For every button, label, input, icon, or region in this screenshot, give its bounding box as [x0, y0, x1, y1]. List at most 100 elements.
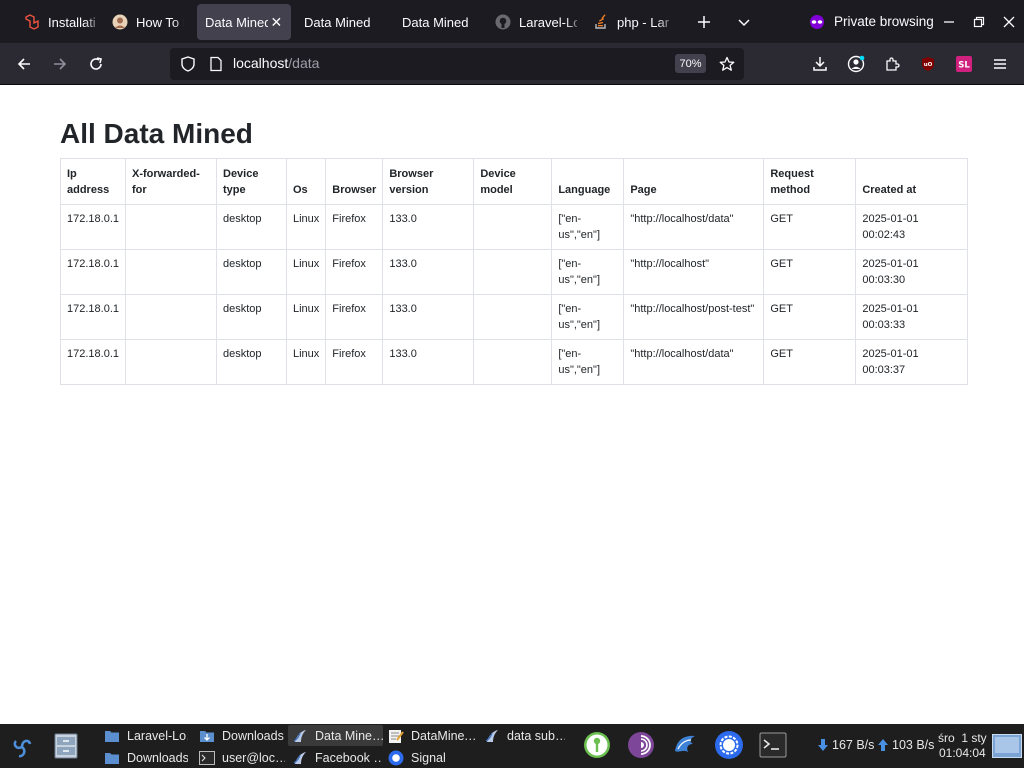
table-cell: GET: [763, 249, 857, 295]
folder-icon: [104, 728, 120, 744]
upload-arrow-icon: [878, 739, 888, 751]
table-cell: Firefox: [325, 339, 384, 385]
table-cell: Linux: [285, 249, 327, 295]
upload-speed: 103 B/s: [877, 738, 934, 752]
zoom-level-badge[interactable]: 70%: [675, 54, 706, 73]
taskbar-task[interactable]: Downloads: [100, 747, 188, 768]
downloads-folder-icon: [199, 728, 215, 744]
folder-icon: [104, 750, 120, 766]
application-menu-button[interactable]: [7, 732, 37, 765]
column-header: Page: [623, 158, 765, 205]
app-menu-button[interactable]: [985, 49, 1015, 79]
new-tab-button[interactable]: [689, 7, 719, 37]
downloads-button[interactable]: [805, 49, 835, 79]
table-cell: "http://localhost/data": [623, 339, 765, 385]
taskbar-task-label: Laravel-Lo…: [127, 728, 188, 743]
dragon-icon: [675, 735, 695, 752]
table-cell: Linux: [285, 204, 327, 250]
tab-data-mined-2[interactable]: Data Mined: [291, 4, 389, 40]
table-cell: GET: [763, 339, 857, 385]
sl-extension-icon: SL: [956, 56, 972, 72]
taskbar-task[interactable]: data sub…: [480, 725, 565, 746]
key-icon: [584, 732, 610, 758]
tab-installation[interactable]: Installation: [16, 4, 104, 40]
text-editor-icon: [388, 728, 404, 744]
taskbar-task-label: Downloads: [222, 728, 284, 743]
puzzle-icon: [886, 57, 900, 71]
close-icon: [1003, 16, 1015, 28]
table-cell: 172.18.0.1: [60, 294, 126, 340]
column-header: Request method: [763, 158, 857, 205]
table-cell: [125, 294, 217, 340]
extension-sl-button[interactable]: SL: [949, 49, 979, 79]
data-table: Ip address X-forwarded-for Device type Os Br…: [60, 158, 969, 385]
restore-button[interactable]: [969, 12, 989, 32]
file-cabinet-icon: [54, 733, 78, 759]
clock-date: śro 1 sty: [938, 731, 987, 745]
forward-arrow-icon: [54, 58, 67, 70]
page-icon[interactable]: [208, 56, 224, 77]
extensions-button[interactable]: [877, 49, 907, 79]
column-header: Language: [551, 158, 625, 205]
bookmark-star-icon[interactable]: [719, 56, 735, 77]
file-manager-launcher[interactable]: [52, 732, 80, 763]
close-tab-icon[interactable]: ✕: [270, 15, 283, 29]
tab-how-to[interactable]: How To In: [104, 4, 192, 40]
stackoverflow-icon: [593, 14, 609, 30]
url-text[interactable]: localhost/data: [233, 55, 319, 71]
taskbar-task-label: Facebook …: [315, 750, 383, 765]
forward-button[interactable]: [45, 49, 75, 79]
ublock-origin-button[interactable]: uO: [913, 49, 943, 79]
reload-button[interactable]: [81, 49, 111, 79]
close-window-button[interactable]: [999, 12, 1019, 32]
account-button[interactable]: [841, 49, 871, 79]
avatar-favicon: [112, 14, 128, 30]
terminal-icon: [759, 732, 787, 758]
download-icon: [813, 57, 827, 71]
taskbar-task[interactable]: user@loc…: [195, 747, 285, 768]
browser-icon: [484, 728, 500, 744]
taskbar-task[interactable]: DataMine.…: [384, 725, 476, 746]
shield-icon[interactable]: [180, 56, 196, 77]
reload-icon: [90, 57, 102, 70]
tor-browser-tray[interactable]: [626, 730, 656, 760]
table-header-row: Ip address X-forwarded-for Device type Os Br…: [60, 158, 969, 205]
taskbar-task[interactable]: Data Mine…: [288, 725, 383, 746]
list-all-tabs-button[interactable]: [729, 7, 759, 37]
table-cell: 133.0: [382, 249, 475, 295]
taskbar-task[interactable]: Laravel-Lo…: [100, 725, 188, 746]
column-header: Device model: [473, 158, 553, 205]
tab-data-mined-3[interactable]: Data Mined: [389, 4, 487, 40]
taskbar-task[interactable]: Signal: [384, 747, 476, 768]
taskbar-task[interactable]: Downloads: [195, 725, 285, 746]
table-row: 172.18.0.1 desktop Linux Firefox 133.0 ["en-u…: [60, 249, 969, 295]
download-speed: 167 B/s: [817, 738, 874, 752]
triskelion-menu-icon: [13, 739, 32, 758]
kwin-dragon-tray[interactable]: [670, 730, 700, 760]
private-mask-icon: [810, 14, 824, 29]
column-header: Browser: [325, 158, 384, 205]
keepassxc-tray[interactable]: [582, 730, 612, 760]
minimize-icon: [944, 21, 954, 23]
table-cell: desktop: [216, 294, 287, 340]
back-arrow-icon: [17, 58, 30, 70]
show-desktop-button[interactable]: [992, 734, 1022, 761]
back-button[interactable]: [9, 49, 39, 79]
column-header: X-forwarded-for: [125, 158, 217, 205]
browser-icon: [292, 750, 308, 766]
clock[interactable]: śro 1 sty 01:04:04: [938, 731, 987, 761]
table-cell: ["en-us","en"]: [551, 249, 625, 295]
terminal-launcher[interactable]: [758, 730, 788, 760]
tab-laravel-lo[interactable]: Laravel-Lo: [487, 4, 585, 40]
table-cell: "http://localhost/post-test": [623, 294, 765, 340]
tab-php-lara[interactable]: php - Lara: [585, 4, 677, 40]
plus-icon: [698, 15, 710, 28]
signal-tray[interactable]: [714, 730, 744, 760]
table-cell: [125, 339, 217, 385]
tab-data-mined-active[interactable]: Data Mined ✕: [197, 4, 291, 40]
taskbar-task[interactable]: Facebook …: [288, 747, 383, 768]
svg-text:SL: SL: [958, 61, 970, 71]
table-cell: desktop: [216, 204, 287, 250]
minimize-button[interactable]: [939, 12, 959, 32]
url-bar[interactable]: localhost/data 70%: [170, 48, 744, 80]
